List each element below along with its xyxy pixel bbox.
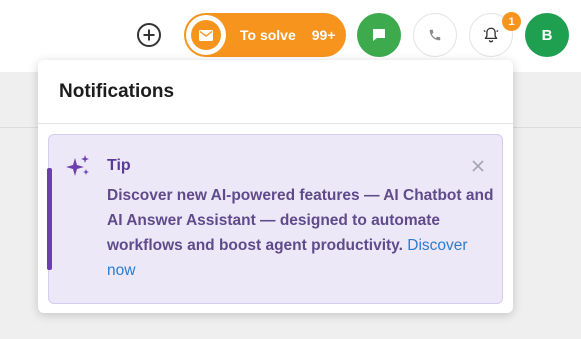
to-solve-label: To solve (240, 27, 296, 43)
phone-icon (429, 29, 441, 41)
sparkle-icon (66, 155, 89, 176)
chat-button[interactable] (357, 13, 401, 57)
close-icon (472, 160, 484, 172)
add-circle-icon (137, 23, 161, 47)
tip-body: Discover new AI-powered features — AI Ch… (107, 183, 497, 283)
tip-close-button[interactable] (469, 157, 487, 175)
bell-icon (483, 27, 499, 43)
notifications-panel: Notifications Tip Discover new AI-powere… (38, 60, 513, 313)
add-button[interactable] (136, 22, 162, 48)
notifications-title: Notifications (59, 81, 175, 102)
chat-icon (373, 29, 385, 41)
tip-title: Tip (107, 157, 131, 174)
to-solve-count: 99+ (311, 27, 336, 43)
phone-button[interactable] (413, 13, 457, 57)
panel-divider (38, 123, 513, 124)
envelope-icon (199, 29, 213, 41)
to-solve-button[interactable]: To solve 99+ (184, 13, 346, 57)
envelope-icon-wrapper (186, 15, 226, 55)
user-avatar[interactable]: B (525, 13, 569, 57)
notification-count-badge: 1 (502, 12, 521, 31)
tip-accent-bar (47, 168, 52, 270)
tip-card: Tip Discover new AI-powered features — A… (48, 134, 503, 304)
